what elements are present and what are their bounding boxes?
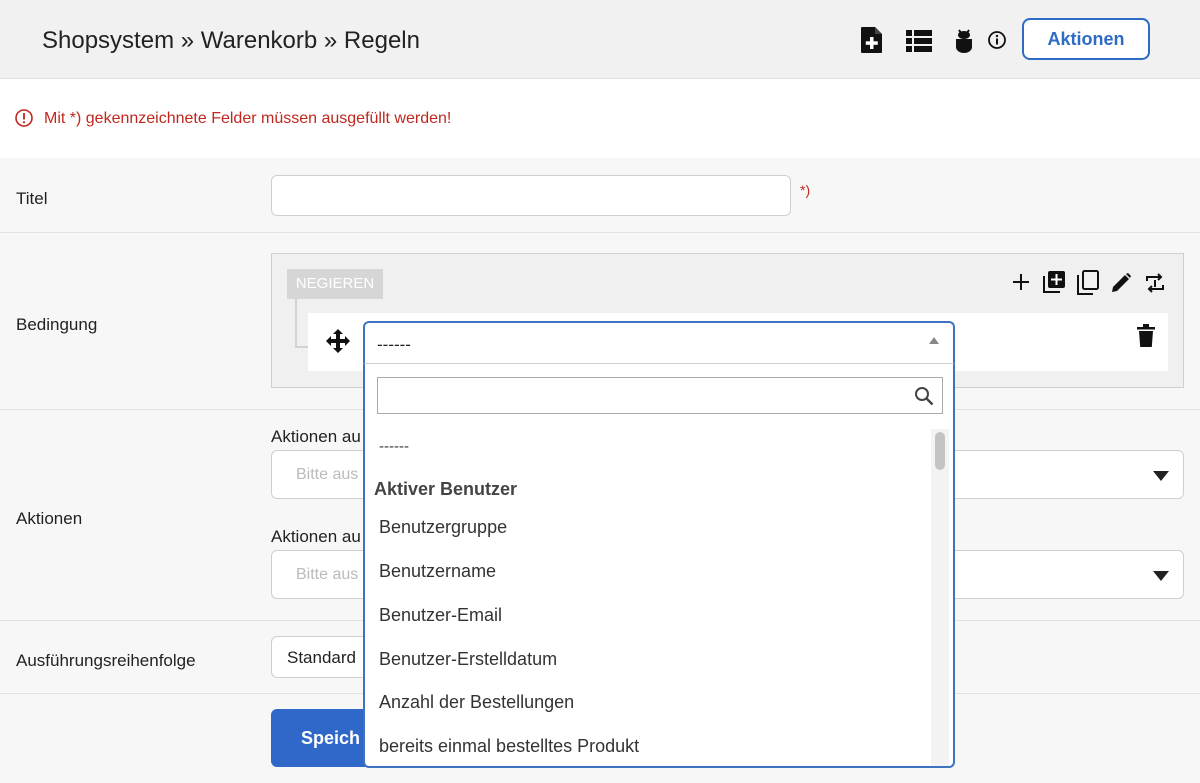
dropdown-option[interactable]: Anzahl der Bestellungen	[379, 692, 574, 713]
caret-down-icon	[1153, 471, 1169, 481]
actions-sub-label: Aktionen au	[271, 427, 361, 446]
dropdown-option[interactable]: Benutzer-Email	[379, 605, 502, 626]
add-group-icon[interactable]	[1042, 270, 1066, 294]
dropdown-group-header: Aktiver Benutzer	[374, 479, 518, 499]
caret-down-icon	[1153, 571, 1169, 581]
trash-icon[interactable]	[1137, 324, 1155, 348]
condition-label: Bedingung	[16, 315, 98, 334]
actions-label: Aktionen	[16, 509, 83, 528]
dropdown-option[interactable]: Benutzergruppe	[379, 517, 507, 538]
move-icon[interactable]	[325, 328, 351, 354]
bug-icon[interactable]	[954, 26, 974, 54]
dropdown-scrollbar[interactable]	[931, 429, 949, 766]
tree-line	[295, 299, 297, 348]
swap-icon[interactable]	[1144, 272, 1166, 294]
required-notice-text: Mit *) gekennzeichnete Felder müssen aus…	[44, 110, 452, 127]
title-label: Titel	[16, 189, 48, 208]
actions-select-placeholder: Bitte aus	[296, 466, 359, 483]
condition-select-value: ------	[377, 335, 411, 354]
info-icon[interactable]	[988, 31, 1006, 49]
dropdown-option[interactable]: bereits einmal bestelltes Produkt	[379, 736, 639, 757]
actions-button[interactable]: Aktionen	[1022, 18, 1150, 60]
order-label: Ausführungsreihenfolge	[16, 651, 196, 670]
pencil-icon[interactable]	[1110, 272, 1132, 294]
dropdown-search-input[interactable]	[377, 377, 943, 414]
actions-select-placeholder: Bitte aus	[296, 566, 359, 583]
order-select-value: Standard	[287, 648, 356, 667]
file-plus-icon[interactable]	[859, 26, 885, 54]
dropdown-option[interactable]: ------	[379, 438, 409, 455]
dropdown-option[interactable]: Benutzername	[379, 561, 496, 582]
actions-sub-label: Aktionen au	[271, 527, 361, 546]
page-header: Shopsystem » Warenkorb » Regeln Aktionen	[0, 0, 1200, 79]
copy-icon[interactable]	[1076, 270, 1100, 296]
alert-circle-icon	[15, 109, 33, 127]
dropdown-option[interactable]: Benutzer-Erstelldatum	[379, 649, 557, 670]
chevron-up-icon	[929, 337, 939, 344]
dropdown-scroll-thumb[interactable]	[935, 432, 945, 470]
add-icon[interactable]	[1011, 272, 1031, 292]
condition-select[interactable]: ------	[363, 321, 955, 364]
negate-toggle[interactable]: NEGIEREN	[287, 269, 383, 299]
list-icon[interactable]	[906, 30, 932, 52]
page-title: Shopsystem » Warenkorb » Regeln	[42, 27, 420, 54]
title-input[interactable]	[271, 175, 791, 216]
required-marker: *)	[800, 182, 811, 198]
condition-dropdown: ------ Aktiver Benutzer Benutzergruppe B…	[363, 363, 955, 768]
search-icon	[915, 387, 934, 406]
